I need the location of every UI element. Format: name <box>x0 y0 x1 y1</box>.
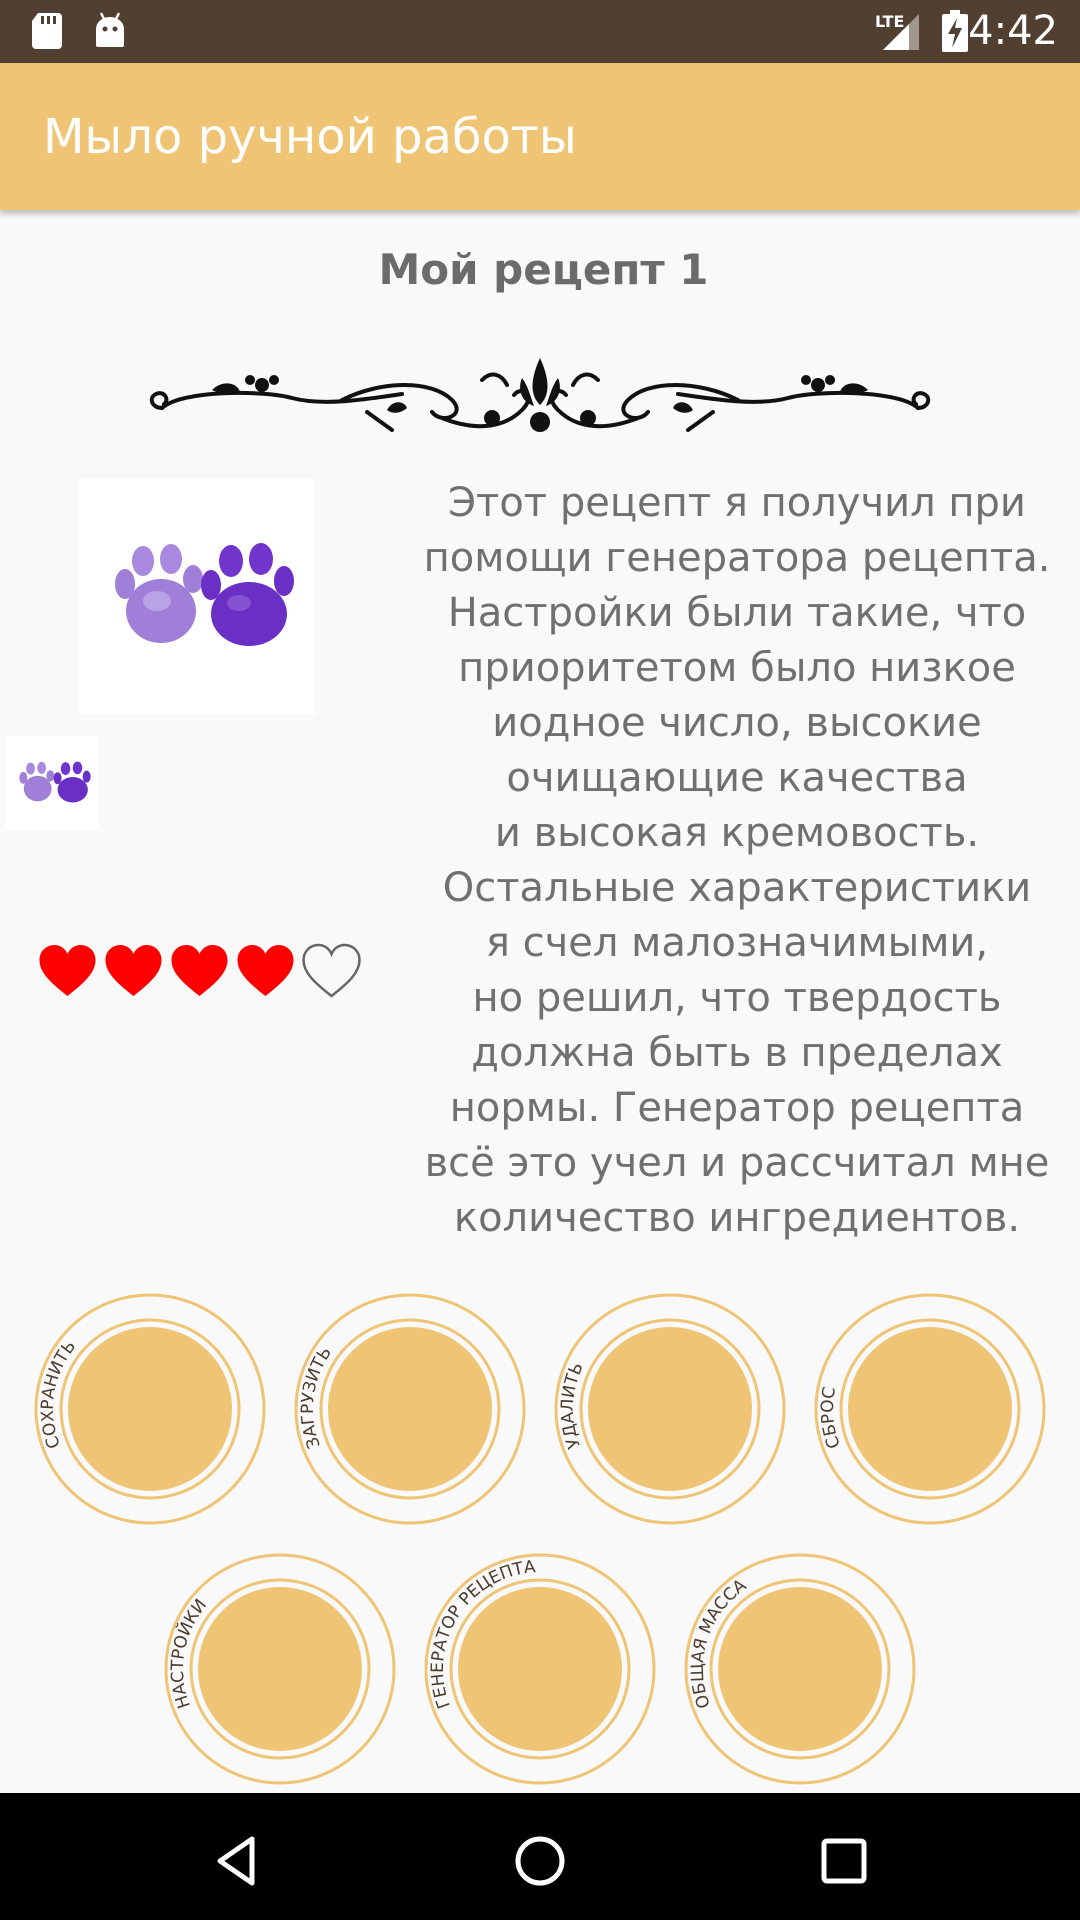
soap-paw-light-icon <box>115 544 203 643</box>
rating-hearts[interactable] <box>35 940 364 1000</box>
recipe-generator-button[interactable]: ГЕНЕРАТОР РЕЦЕПТА <box>424 1553 656 1785</box>
recipe-description: Этот рецепт я получил при помощи генерат… <box>423 480 1051 1241</box>
heart-empty-icon[interactable] <box>299 940 364 1000</box>
delete-button[interactable]: УДАЛИТЬ <box>554 1293 786 1525</box>
total-mass-button[interactable]: ОБЩАЯ МАССА <box>684 1553 916 1785</box>
signal-icon <box>883 14 919 50</box>
android-icon <box>96 12 124 47</box>
app-bar: Мыло ручной работы <box>0 63 1080 210</box>
settings-button[interactable]: НАСТРОЙКИ <box>164 1553 396 1785</box>
soap-paw-dark-icon <box>201 543 294 646</box>
save-button[interactable]: СОХРАНИТЬ <box>34 1293 266 1525</box>
recents-icon[interactable] <box>814 1831 874 1891</box>
load-button[interactable]: ЗАГРУЗИТЬ <box>294 1293 526 1525</box>
app-title: Мыло ручной работы <box>43 109 577 165</box>
recipe-photo-thumbnail[interactable] <box>5 736 99 830</box>
navigation-bar <box>0 1793 1080 1920</box>
recipe-photo[interactable] <box>79 479 315 715</box>
heart-filled-icon[interactable] <box>101 940 166 1000</box>
heart-filled-icon[interactable] <box>35 940 100 1000</box>
heart-filled-icon[interactable] <box>233 940 298 1000</box>
ornament-divider-icon <box>149 358 931 432</box>
sd-card-icon <box>32 13 62 49</box>
heart-filled-icon[interactable] <box>167 940 232 1000</box>
status-bar: LTE 4:42 <box>0 0 1080 63</box>
recipe-title: Мой рецепт 1 <box>378 245 709 294</box>
clock: 4:42 <box>968 8 1058 54</box>
home-icon[interactable] <box>510 1831 570 1891</box>
back-icon[interactable] <box>206 1831 266 1891</box>
reset-button[interactable]: СБРОС <box>814 1293 1046 1525</box>
battery-charging-icon <box>942 10 968 52</box>
